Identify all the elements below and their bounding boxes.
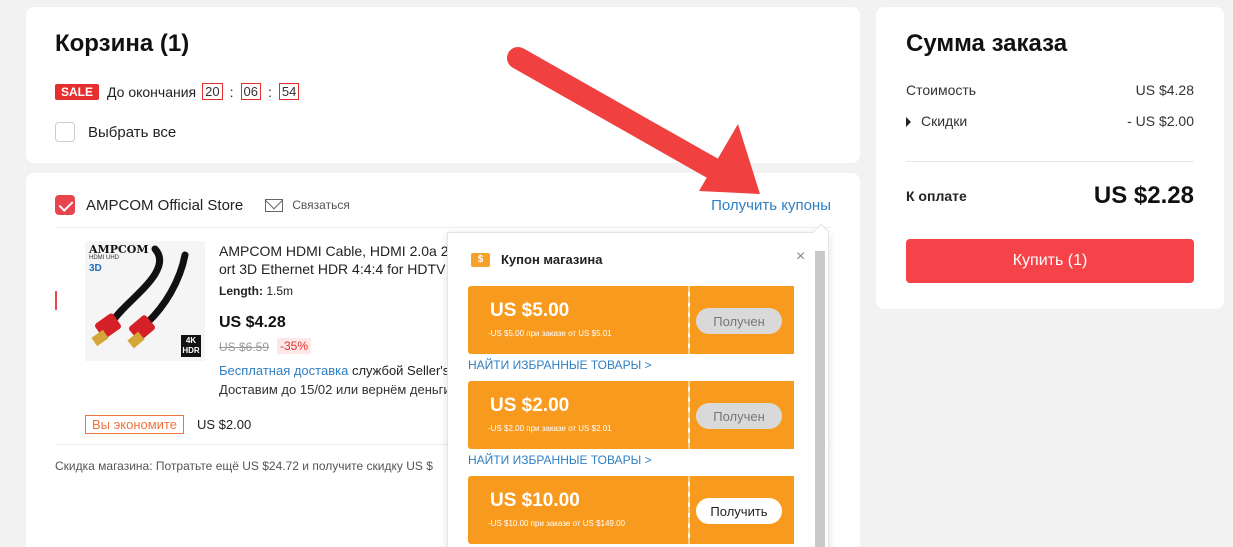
cost-value: US $4.28: [1135, 82, 1194, 98]
product-title-line2[interactable]: ort 3D Ethernet HDR 4:4:4 for HDTV: [219, 261, 445, 277]
sale-countdown: SALE До окончания 20 : 06 : 54: [55, 83, 300, 100]
length-label: Length:: [219, 284, 263, 298]
order-summary-card: Сумма заказа Стоимость US $4.28 Скидки -…: [876, 7, 1224, 309]
item-checkbox[interactable]: [55, 291, 57, 310]
coupon-edge: [790, 286, 798, 354]
contact-seller-link[interactable]: Связаться: [265, 198, 350, 212]
page-title: Корзина (1): [55, 30, 190, 57]
coupon-amount: US $10.00: [490, 490, 580, 511]
cart-header-card: Корзина (1) SALE До окончания 20 : 06 : …: [26, 7, 860, 163]
find-items-link[interactable]: НАЙТИ ИЗБРАННЫЕ ТОВАРЫ >: [468, 358, 652, 372]
coupon-body: US $10.00 -US $10.00 при заказе от US $1…: [468, 476, 688, 544]
coupon-popup: $ Купон магазина × US $5.00 -US $5.00 пр…: [447, 223, 830, 547]
coupon-icon: $: [471, 252, 490, 267]
coupon-action: Получен: [688, 381, 798, 449]
divider: [906, 161, 1194, 162]
product-old-price: US $6.59: [219, 340, 270, 354]
store-name[interactable]: AMPCOM Official Store: [86, 197, 243, 214]
discount-row[interactable]: Скидки - US $2.00: [906, 113, 1194, 129]
savings-tag: Вы экономите: [85, 415, 184, 434]
shipping-info: Бесплатная доставка службой Seller's: [219, 363, 449, 378]
select-all-row[interactable]: Выбрать все: [55, 122, 176, 142]
coupon-action: Получить: [688, 476, 798, 544]
total-label: К оплате: [906, 188, 967, 204]
sale-badge: SALE: [55, 83, 100, 100]
product-image[interactable]: AMPCOM HDMI UHD 3D 4K HDR: [85, 241, 205, 361]
store-discount-info: Скидка магазина: Потратьте ещё US $24.72…: [55, 459, 433, 473]
divider: [55, 227, 831, 228]
get-coupons-link[interactable]: Получить купоны: [711, 197, 831, 214]
badge-4k-hdr: 4K HDR: [181, 335, 201, 357]
coupon-condition: -US $2.00 при заказе от US $2.01: [488, 424, 612, 433]
savings-row: Вы экономите US $2.00: [85, 415, 251, 434]
shipping-by: службой Seller's: [351, 363, 450, 378]
product-length: Length: 1.5m: [219, 284, 293, 298]
summary-title: Сумма заказа: [906, 30, 1068, 57]
sale-label: До окончания: [107, 83, 197, 100]
coupon-card: US $2.00 -US $2.00 при заказе от US $2.0…: [468, 381, 798, 449]
coupon-received-button[interactable]: Получен: [696, 403, 782, 429]
coupon-card: US $5.00 -US $5.00 при заказе от US $5.0…: [468, 286, 798, 354]
popup-header: $ Купон магазина: [471, 252, 602, 267]
timer-separator: :: [267, 83, 272, 100]
close-icon[interactable]: ×: [796, 248, 805, 266]
badge-4k-text: 4K: [185, 336, 197, 345]
timer-seconds: 54: [278, 83, 300, 100]
coupon-body: US $5.00 -US $5.00 при заказе от US $5.0…: [468, 286, 688, 354]
cost-label: Стоимость: [906, 82, 977, 98]
cost-row: Стоимость US $4.28: [906, 82, 1194, 98]
coupon-condition: -US $5.00 при заказе от US $5.01: [488, 329, 612, 338]
badge-hdr-text: HDR: [182, 346, 200, 355]
length-value: 1.5m: [266, 284, 294, 298]
scrollbar[interactable]: [815, 251, 825, 547]
timer-minutes: 06: [240, 83, 261, 100]
total-value: US $2.28: [1093, 182, 1194, 209]
find-items-link[interactable]: НАЙТИ ИЗБРАННЫЕ ТОВАРЫ >: [468, 453, 652, 467]
total-row: К оплате US $2.28: [906, 182, 1194, 210]
coupon-edge: [790, 476, 798, 544]
coupon-received-button[interactable]: Получен: [696, 308, 782, 334]
mail-icon: [265, 198, 284, 212]
coupon-condition: -US $10.00 при заказе от US $149.00: [488, 519, 625, 528]
savings-value: US $2.00: [196, 417, 252, 432]
coupon-get-button[interactable]: Получить: [696, 498, 782, 524]
delivery-info: Доставим до 15/02 или вернём деньги: [219, 382, 451, 397]
contact-label: Связаться: [292, 198, 350, 212]
store-header: AMPCOM Official Store Связаться Получить…: [55, 195, 831, 215]
discount-value: - US $2.00: [1127, 113, 1194, 129]
store-checkbox[interactable]: [55, 195, 75, 215]
buy-button[interactable]: Купить (1): [906, 239, 1194, 283]
product-price: US $4.28: [219, 314, 286, 331]
coupon-action: Получен: [688, 286, 798, 354]
free-shipping-label: Бесплатная доставка: [219, 363, 349, 378]
coupon-card: US $10.00 -US $10.00 при заказе от US $1…: [468, 476, 798, 544]
coupon-edge: [790, 381, 798, 449]
select-all-checkbox[interactable]: [55, 122, 75, 142]
coupon-amount: US $5.00: [490, 300, 570, 321]
discount-toggle[interactable]: Скидки: [906, 113, 967, 129]
timer-hours: 20: [202, 83, 223, 100]
coupon-amount: US $2.00: [490, 395, 570, 416]
timer-separator: :: [229, 83, 234, 100]
discount-label: Скидки: [921, 113, 968, 129]
popup-title: Купон магазина: [501, 252, 603, 267]
coupon-body: US $2.00 -US $2.00 при заказе от US $2.0…: [468, 381, 688, 449]
caret-right-icon: [906, 117, 911, 128]
product-title-line1[interactable]: AMPCOM HDMI Cable, HDMI 2.0a 2: [219, 243, 449, 259]
discount-badge: -35%: [277, 338, 312, 354]
select-all-label: Выбрать все: [88, 123, 177, 141]
